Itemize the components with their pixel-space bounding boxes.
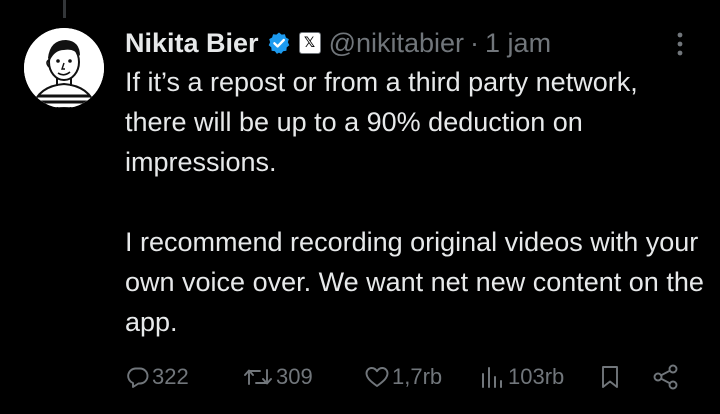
verified-badge-icon[interactable] [267, 31, 291, 55]
avatar[interactable] [24, 28, 104, 108]
heart-icon [364, 365, 390, 389]
views-icon [478, 365, 506, 389]
views-count: 103rb [508, 364, 565, 389]
avatar-illustration [24, 28, 104, 108]
bookmark-icon [598, 364, 622, 390]
reply-icon [126, 365, 150, 389]
repost-icon [242, 365, 274, 389]
bookmark-button[interactable] [598, 358, 622, 396]
repost-count: 309 [276, 364, 313, 389]
like-count: 1,7rb [392, 364, 443, 389]
reply-button[interactable]: 322 [126, 358, 189, 396]
post-body: If it’s a repost or from a third party n… [125, 62, 705, 342]
author-name[interactable]: Nikita Bier [125, 28, 259, 59]
like-button[interactable]: 1,7rb [364, 358, 442, 396]
x-logo-glyph: 𝕏 [303, 35, 316, 51]
share-icon [652, 364, 680, 390]
repost-button[interactable]: 309 [242, 358, 313, 396]
x-logo-icon[interactable]: 𝕏 [298, 32, 321, 54]
author-handle[interactable]: @nikitabier [329, 28, 464, 59]
action-bar: 322 309 1,7rb 103rb [0, 358, 720, 396]
share-button[interactable] [652, 358, 680, 396]
header-separator: · [470, 27, 480, 58]
thread-connector-line [63, 0, 66, 18]
views-button[interactable]: 103rb [478, 358, 564, 396]
post-text-paragraph: If it’s a repost or from a third party n… [125, 67, 638, 177]
post-text-paragraph: I recommend recording original videos wi… [125, 227, 704, 337]
post-timestamp[interactable]: 1 jam [485, 28, 551, 59]
more-icon[interactable] [668, 28, 692, 60]
post-header: Nikita Bier 𝕏 @nikitabier · 1 jam [125, 24, 551, 62]
reply-count: 322 [152, 364, 189, 389]
